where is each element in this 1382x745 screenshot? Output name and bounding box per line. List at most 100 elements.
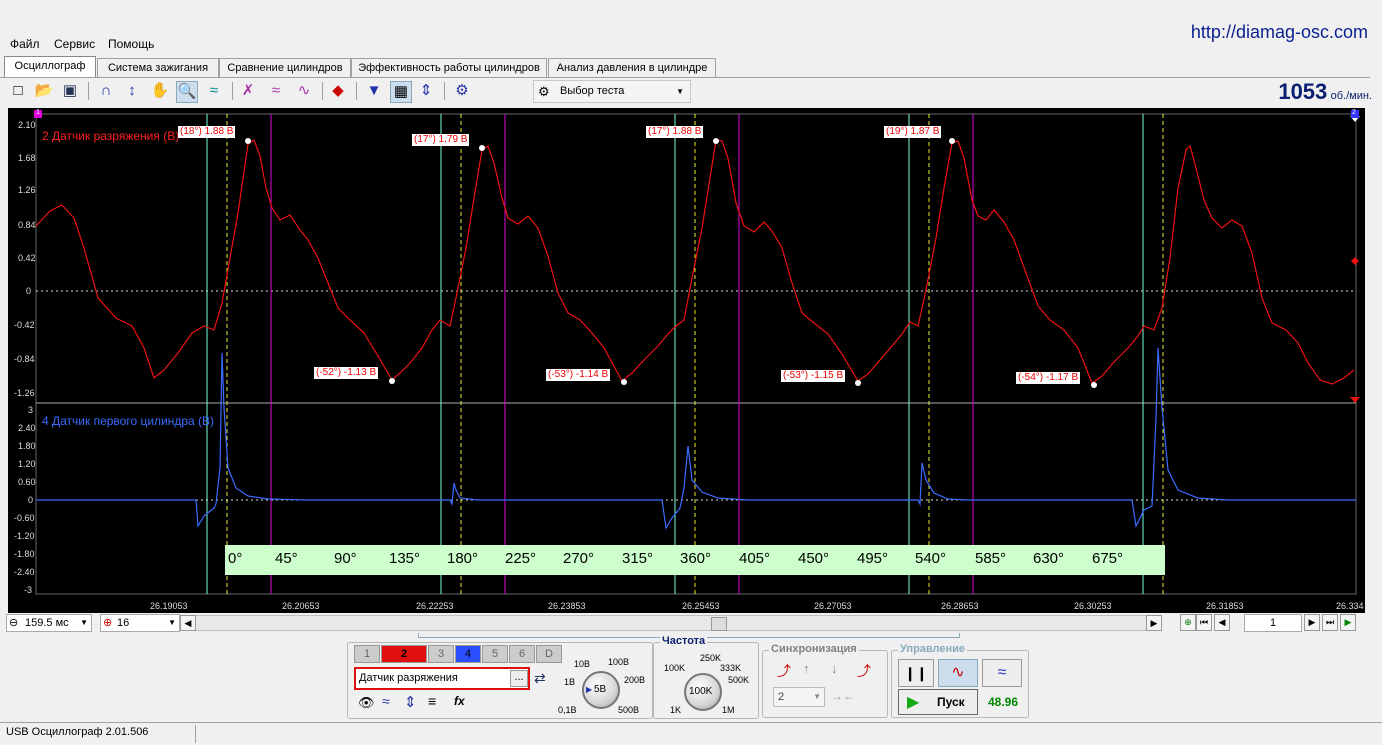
last-page-icon[interactable]: ⏭ <box>1322 614 1338 631</box>
timebase-select[interactable]: ⊖ 159.5 мс ▼ <box>6 614 92 632</box>
degree-label: 540° <box>915 550 947 567</box>
menu-service[interactable]: Сервис <box>54 37 95 51</box>
volt-scale-1v: 1В <box>564 677 576 687</box>
prev-page-icon[interactable]: ◀ <box>1214 614 1230 631</box>
tab-cylinder-efficiency[interactable]: Эффективность работы цилиндров <box>351 58 547 77</box>
probe-icon[interactable]: ∩ <box>96 81 116 101</box>
peak-annotation: (17°) 1.88 В <box>646 126 704 138</box>
save-icon[interactable]: ▣ <box>60 81 80 101</box>
test-select-dropdown[interactable]: ⚙ Выбор теста ▼ <box>533 80 691 103</box>
oscilloscope-display[interactable]: 1 2 2.10 1.68 1.26 0.84 0.42 0 -0.42 -0.… <box>8 108 1365 613</box>
channel-6-button[interactable]: 6 <box>509 645 535 663</box>
voltage-knob-value: 5В <box>594 684 607 695</box>
degree-label: 675° <box>1092 550 1124 567</box>
sync-pointer-icon[interactable]: ⤴ <box>857 661 871 681</box>
menu-help[interactable]: Помощь <box>108 37 154 51</box>
ch4-y-tick: -3 <box>24 585 33 595</box>
split-icon[interactable]: ⇕ <box>416 81 436 101</box>
scroll-right-icon[interactable]: ▶ <box>1146 615 1162 631</box>
ch4-y-tick: 1.20 <box>18 459 36 469</box>
sync-arrows-icon[interactable]: →← <box>831 689 855 703</box>
zoom-icon[interactable]: 🔍 <box>176 81 198 103</box>
hand-pan-icon[interactable]: ✋ <box>150 81 170 101</box>
x-tick: 26.25453 <box>682 601 720 611</box>
filter-funnel-icon[interactable]: ▼ <box>364 81 384 101</box>
cursor-measure-icon[interactable]: ↕ <box>122 81 142 101</box>
start-button[interactable]: ▶ Пуск <box>898 689 978 715</box>
sync-panel: Синхронизация ⤴ ↑ ↓ ⤴ 2 ▼ →← <box>762 643 888 718</box>
tab-oscilloscope[interactable]: Осциллограф <box>4 56 96 78</box>
level-lines-icon[interactable]: ≡ <box>428 693 436 709</box>
x-tick: 26.22253 <box>416 601 454 611</box>
invert-wave-icon[interactable]: ≈ <box>382 693 390 709</box>
degree-label: 315° <box>622 550 654 567</box>
site-url-link[interactable]: http://diamag-osc.com <box>1191 22 1368 43</box>
signal-wave-icon[interactable]: ≈ <box>266 81 286 101</box>
volt-scale-01v: 0,1В <box>558 705 577 715</box>
trough-annotation: (-53°) -1.15 В <box>781 370 846 382</box>
time-scrollbar[interactable]: ◀ ▶ <box>180 615 1162 631</box>
tab-cylinder-pressure[interactable]: Анализ давления в цилиндре <box>548 58 716 77</box>
scroll-left-icon[interactable]: ◀ <box>180 615 196 631</box>
scroll-thumb[interactable] <box>711 617 727 631</box>
voltage-knob[interactable]: 5В ▶ <box>582 671 620 709</box>
waveform-svg <box>34 110 1360 595</box>
open-folder-icon[interactable]: 📂 <box>34 81 54 101</box>
toolbar-separator <box>232 82 233 100</box>
toolbar: □ 📂 ▣ ∩ ↕ ✋ 🔍 ≈ ✗ ≈ ∿ ◆ ▼ ▦ ⇕ ⚙ ⚙ Выбор … <box>0 79 1382 104</box>
new-file-icon[interactable]: □ <box>8 81 28 101</box>
signal-sine-icon[interactable]: ∿ <box>294 81 314 101</box>
gear-icon: ⚙ <box>538 84 550 99</box>
sync-title: Синхронизация <box>769 643 859 655</box>
marker-right[interactable]: 2 <box>1352 109 1356 116</box>
next-page-icon[interactable]: ▶ <box>1304 614 1320 631</box>
add-page-icon[interactable]: ⊕ <box>1180 614 1196 631</box>
rpm-unit: об./мин. <box>1330 90 1372 102</box>
sensor-select[interactable]: Датчик разряжения ... <box>354 667 530 690</box>
sync-channel-select[interactable]: 2 ▼ <box>773 687 825 707</box>
page-number[interactable]: 1 <box>1244 614 1302 632</box>
offset-arrows-icon[interactable]: ⇕ <box>404 693 417 711</box>
sync-edge-up-icon[interactable]: ↑ <box>803 661 810 676</box>
math-function-icon[interactable]: fx <box>454 694 465 708</box>
first-page-icon[interactable]: ⏮ <box>1196 614 1212 631</box>
frequency-knob[interactable]: 100K <box>684 673 722 711</box>
channel-1-button[interactable]: 1 <box>354 645 380 663</box>
degree-label: 225° <box>505 550 537 567</box>
single-mode-icon[interactable]: ∿ <box>938 659 978 687</box>
swap-icon[interactable]: ⇄ <box>534 670 546 687</box>
rising-edge-icon[interactable]: ⤴ <box>777 661 791 681</box>
filter-icon[interactable]: ≈ <box>204 81 224 101</box>
start-label: Пуск <box>937 695 965 709</box>
marker-left[interactable]: 1 <box>36 109 40 116</box>
ch2-title: 2 Датчик разряжения (В) <box>42 129 180 143</box>
channel-5-button[interactable]: 5 <box>482 645 508 663</box>
channels-panel: 1 2 3 4 5 6 D Датчик разряжения ... ⇄ 👁 … <box>347 642 653 719</box>
auto-setup-icon[interactable]: ⚙ <box>452 81 472 101</box>
zoom-select[interactable]: ⊕ 16 ▼ <box>100 614 180 632</box>
sensor-browse-button[interactable]: ... <box>510 670 528 687</box>
eye-icon[interactable]: 👁 <box>358 695 375 711</box>
sync-edge-down-icon[interactable]: ↓ <box>831 661 838 676</box>
status-divider <box>195 725 196 743</box>
grid-icon[interactable]: ▦ <box>390 81 412 103</box>
channel-d-button[interactable]: D <box>536 645 562 663</box>
channel-4-button[interactable]: 4 <box>455 645 481 663</box>
ch4-y-tick: 0 <box>28 495 34 505</box>
chevron-down-icon: ▼ <box>676 87 684 96</box>
ch4-y-tick: 3 <box>28 405 34 415</box>
channel-2-button[interactable]: 2 <box>381 645 427 663</box>
x-tick: 26.334 <box>1336 601 1364 611</box>
degree-label: 405° <box>739 550 771 567</box>
continuous-mode-icon[interactable]: ≈ <box>982 659 1022 687</box>
auto-trigger-icon[interactable]: ◆ <box>328 81 348 101</box>
signal-cross-icon[interactable]: ✗ <box>238 81 258 101</box>
pause-icon[interactable]: ❙❙ <box>898 659 934 687</box>
play-page-icon[interactable]: ▶ <box>1340 614 1356 631</box>
tab-ignition[interactable]: Система зажигания <box>97 58 219 77</box>
menu-file[interactable]: Файл <box>10 37 40 51</box>
tab-cylinder-compare[interactable]: Сравнение цилиндров <box>219 58 351 77</box>
channel-3-button[interactable]: 3 <box>428 645 454 663</box>
freq-scale-250k: 250K <box>700 653 722 663</box>
peak-annotation: (18°) 1.88 В <box>178 126 236 138</box>
